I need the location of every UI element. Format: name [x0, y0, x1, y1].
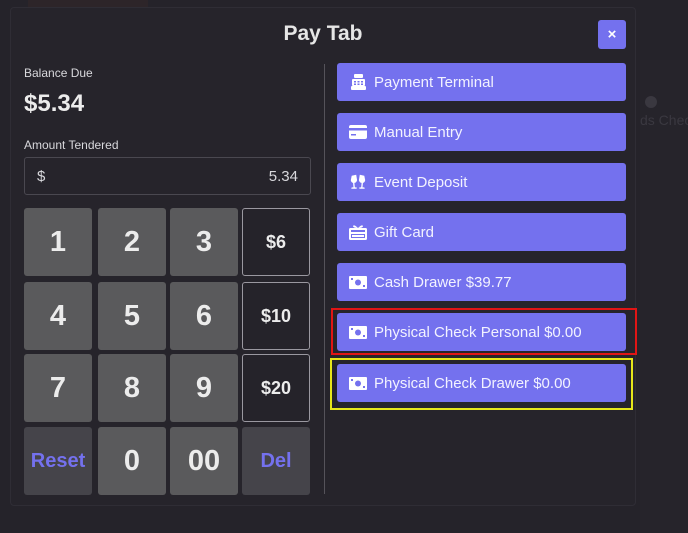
key-7[interactable]: 7 — [24, 354, 92, 422]
quick-amount-20-button[interactable]: $20 — [242, 354, 310, 422]
quick-amount-6-button[interactable]: $6 — [242, 208, 310, 276]
modal-title: Pay Tab — [283, 22, 363, 45]
gift-card-icon — [349, 224, 367, 240]
check-icon — [645, 96, 657, 108]
key-4[interactable]: 4 — [24, 282, 92, 350]
key-8[interactable]: 8 — [98, 354, 166, 422]
reset-button[interactable]: Reset — [24, 427, 92, 495]
key-9[interactable]: 9 — [170, 354, 238, 422]
vertical-divider — [324, 64, 325, 494]
key-0[interactable]: 0 — [98, 427, 166, 495]
delete-button[interactable]: Del — [242, 427, 310, 495]
key-3[interactable]: 3 — [170, 208, 238, 276]
payment-terminal-button[interactable]: Payment Terminal — [337, 63, 626, 101]
key-2[interactable]: 2 — [98, 208, 166, 276]
cash-drawer-label: Cash Drawer $39.77 — [374, 273, 512, 291]
background-panel — [640, 60, 688, 533]
physical-check-drawer-button[interactable]: Physical Check Drawer $0.00 — [337, 364, 626, 402]
key-6[interactable]: 6 — [170, 282, 238, 350]
close-button[interactable]: × — [598, 20, 626, 49]
money-bill-icon — [349, 375, 367, 391]
background-text: ds Check — [640, 112, 688, 128]
payment-terminal-label: Payment Terminal — [374, 73, 494, 91]
manual-entry-button[interactable]: Manual Entry — [337, 113, 626, 151]
cash-drawer-button[interactable]: Cash Drawer $39.77 — [337, 263, 626, 301]
keypad: 1 2 3 $6 4 5 6 $10 7 8 9 $20 Reset 0 00 … — [24, 208, 313, 496]
amount-tendered-input[interactable]: $ 5.34 — [24, 157, 311, 195]
gift-card-button[interactable]: Gift Card — [337, 213, 626, 251]
money-bill-icon — [349, 274, 367, 290]
money-bill-icon — [349, 324, 367, 340]
close-icon: × — [607, 26, 617, 43]
pay-tab-modal: Pay Tab × Balance Due $5.34 Amount Tende… — [10, 7, 637, 506]
physical-check-personal-label: Physical Check Personal $0.00 — [374, 323, 582, 341]
amount-tendered-value: 5.34 — [268, 167, 298, 185]
cash-register-icon — [349, 74, 367, 90]
gift-card-label: Gift Card — [374, 223, 435, 241]
physical-check-personal-button[interactable]: Physical Check Personal $0.00 — [337, 313, 626, 351]
balance-due-label: Balance Due — [24, 66, 93, 80]
event-deposit-label: Event Deposit — [374, 173, 468, 191]
glass-cheers-icon — [349, 174, 367, 190]
key-5[interactable]: 5 — [98, 282, 166, 350]
event-deposit-button[interactable]: Event Deposit — [337, 163, 626, 201]
key-00[interactable]: 00 — [170, 427, 238, 495]
physical-check-drawer-label: Physical Check Drawer $0.00 — [374, 374, 571, 392]
key-1[interactable]: 1 — [24, 208, 92, 276]
quick-amount-10-button[interactable]: $10 — [242, 282, 310, 350]
credit-card-icon — [349, 124, 367, 140]
manual-entry-label: Manual Entry — [374, 123, 463, 141]
currency-symbol: $ — [37, 167, 46, 185]
amount-tendered-label: Amount Tendered — [24, 138, 119, 152]
balance-due-value: $5.34 — [24, 90, 85, 117]
